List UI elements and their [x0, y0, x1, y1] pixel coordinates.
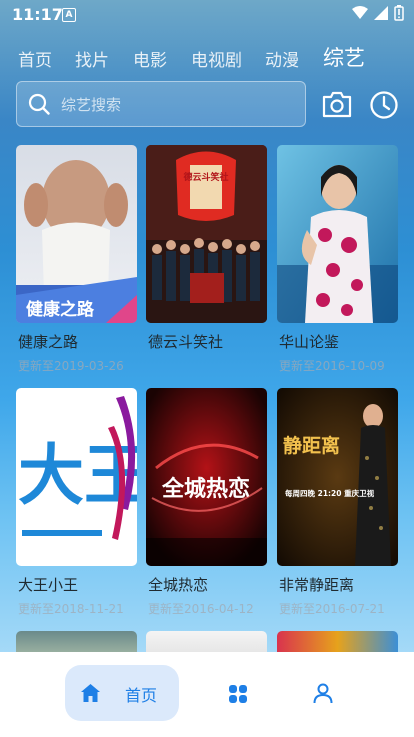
card-title: 德云斗笑社	[148, 333, 224, 351]
search-icon	[28, 93, 50, 115]
status-time: 11:17	[12, 5, 63, 24]
search-input[interactable]: 综艺搜索	[16, 81, 306, 127]
poster-image: 全城热恋	[146, 388, 267, 566]
poster-peek[interactable]	[277, 631, 398, 653]
svg-text:静距离: 静距离	[283, 434, 340, 457]
poster-image: 健康之路	[16, 145, 137, 323]
poster-image: 大王	[16, 388, 137, 566]
card-update-date: 更新至2016-10-09	[279, 359, 385, 373]
poster-peek[interactable]	[16, 631, 137, 653]
tab-movie[interactable]: 电影	[133, 46, 167, 71]
card-title: 全城热恋	[148, 576, 209, 594]
svg-text:健康之路: 健康之路	[26, 299, 95, 320]
camera-icon[interactable]	[321, 90, 353, 118]
card-title: 华山论鉴	[279, 333, 340, 351]
category-grid-icon[interactable]	[228, 684, 248, 704]
poster-image	[277, 145, 398, 323]
svg-text:每周四晚 21:20 重庆卫视: 每周四晚 21:20 重庆卫视	[285, 488, 375, 498]
card-update-date: 更新至2016-04-12	[148, 602, 254, 616]
card-title: 大王小王	[18, 576, 79, 594]
tab-tv-series[interactable]: 电视剧	[191, 46, 242, 71]
status-bar: 11:17 A	[0, 0, 414, 30]
history-icon[interactable]	[369, 90, 399, 120]
card-update-date: 更新至2018-11-21	[18, 602, 124, 616]
tab-home[interactable]: 首页	[18, 46, 52, 71]
tab-variety[interactable]: 综艺	[323, 42, 365, 72]
svg-text:德云斗笑社: 德云斗笑社	[183, 171, 228, 183]
card-title: 非常静距离	[279, 576, 355, 594]
signal-icon	[374, 6, 388, 20]
card-update-date: 更新至2019-03-26	[18, 359, 124, 373]
poster-peek[interactable]	[146, 631, 267, 653]
nav-home-button[interactable]: 首页	[65, 665, 179, 721]
notification-icon: A	[62, 8, 76, 22]
home-icon	[81, 684, 100, 702]
poster-image: 静距离 每周四晚 21:20 重庆卫视	[277, 388, 398, 566]
category-tabs: 首页 找片 电影 电视剧 动漫 综艺	[0, 40, 414, 76]
tab-find[interactable]: 找片	[75, 46, 109, 71]
status-indicators	[352, 5, 404, 21]
svg-text:全城热恋: 全城热恋	[161, 476, 250, 502]
nav-home-label: 首页	[125, 686, 158, 705]
poster-image: 德云斗笑社	[146, 145, 267, 323]
battery-icon	[394, 5, 404, 21]
user-profile-icon[interactable]	[312, 682, 334, 704]
wifi-icon	[352, 6, 368, 19]
bottom-navigation: 首页	[0, 652, 414, 737]
card-title: 健康之路	[18, 333, 79, 351]
search-placeholder: 综艺搜索	[61, 96, 122, 114]
card-update-date: 更新至2016-07-21	[279, 602, 385, 616]
tab-anime[interactable]: 动漫	[265, 46, 299, 71]
app-screen: 11:17 A 首页 找片 电影 电视剧 动漫 综艺 综艺搜索 健康之路 健康之…	[0, 0, 414, 737]
